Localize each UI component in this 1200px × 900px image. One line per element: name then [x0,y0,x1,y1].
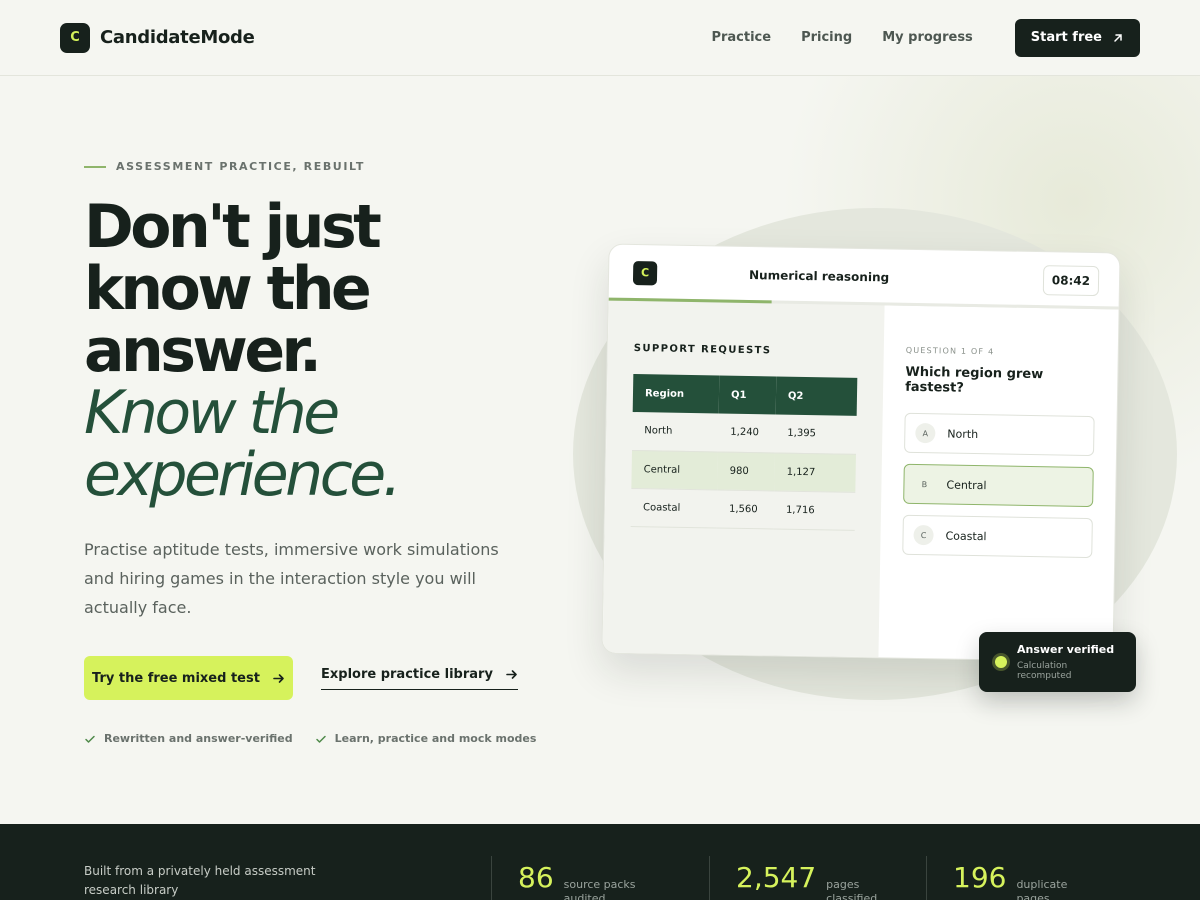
start-free-button[interactable]: Start free [1014,18,1140,57]
arrow-right-icon [506,670,517,679]
test-title: Numerical reasoning [748,267,890,284]
arrow-right-icon [273,673,284,683]
check-icon [315,735,326,743]
stat-value: 2,547 [736,861,817,894]
table-cell: 1,395 [774,414,857,454]
data-table-title: SUPPORT REQUESTS [633,343,772,357]
table-row: Central 980 1,127 [631,450,856,492]
site-header: C CandidateMode Practice Pricing My prog… [0,0,1200,76]
explore-library-label: Explore practice library [321,667,493,682]
try-free-test-button[interactable]: Try the free mixed test [84,656,293,700]
nav-my-progress[interactable]: My progress [882,30,973,45]
hero-headline: Don't just know the answer. Know the exp… [84,196,544,506]
stat-value: 86 [518,861,554,894]
test-card-body: SUPPORT REQUESTS Region Q1 Q2 North 1,24… [602,300,1118,663]
answer-option-c[interactable]: C Coastal [902,514,1093,559]
toast-text: Answer verified Calculation recomputed [1017,643,1120,681]
brand-name: CandidateMode [100,27,255,48]
test-card-header: C Numerical reasoning 08:42 [608,244,1120,310]
main-nav: Practice Pricing My progress Start free [711,18,1140,57]
option-letter: B [921,479,928,489]
option-letter: A [915,422,936,444]
headline-italic-line-2: experience. [84,440,402,510]
stat-value: 196 [953,861,1007,894]
headline-line-1: Don't just [84,192,382,262]
test-timer: 08:42 [1042,264,1100,296]
badge-modes: Learn, practice and mock modes [315,732,537,745]
answer-option-b[interactable]: B Central [903,463,1094,508]
stats-band: Built from a privately held assessment r… [0,824,1200,900]
option-label: Central [946,477,987,492]
table-row: North 1,240 1,395 [632,412,857,454]
brand-logo-icon: C [60,22,90,53]
question-pane: QUESTION 1 OF 4 Which region grew fastes… [878,305,1118,662]
stat-duplicates-skipped: 196 duplicate pages skipped [926,856,1094,900]
test-preview-card: C Numerical reasoning 08:42 SUPPORT REQU… [601,243,1121,663]
data-pane: SUPPORT REQUESTS Region Q1 Q2 North 1,24… [602,300,885,660]
table-cell: Central [631,450,719,490]
hero-badges: Rewritten and answer-verified Learn, pra… [84,732,536,745]
stat-pages-classified: 2,547 pages classified [709,856,904,900]
hero-eyebrow: ASSESSMENT PRACTICE, REBUILT [84,160,365,173]
stat-label: source packs audited [563,878,636,900]
nav-practice[interactable]: Practice [711,30,771,45]
status-dot-icon [995,656,1007,668]
explore-library-link[interactable]: Explore practice library [321,666,518,690]
test-logo-icon: C [632,260,658,285]
toast-title: Answer verified [1017,643,1115,656]
table-cell: 1,240 [718,413,776,453]
answer-verified-toast: Answer verified Calculation recomputed [979,632,1136,692]
try-free-test-label: Try the free mixed test [92,670,260,686]
badge-verified-label: Rewritten and answer-verified [104,732,293,745]
table-header-q1: Q1 [718,375,777,415]
table-header-row: Region Q1 Q2 [632,374,858,416]
brand[interactable]: C CandidateMode [60,22,255,53]
headline-line-3: answer. [84,316,322,386]
table-cell: 1,127 [774,452,856,492]
hero-subtext: Practise aptitude tests, immersive work … [84,540,499,617]
table-header-q2: Q2 [775,376,858,416]
badge-modes-label: Learn, practice and mock modes [334,732,537,745]
stat-label: pages classified [826,878,878,900]
option-letter: C [913,524,934,546]
stat-source-packs: 86 source packs audited [491,856,642,900]
table-header-region: Region [632,374,720,414]
support-requests-table: Region Q1 Q2 North 1,240 1,395 Central 9… [630,374,858,530]
table-cell: North [632,412,719,452]
check-icon [85,735,95,743]
eyebrow-text: ASSESSMENT PRACTICE, REBUILT [116,160,365,173]
question-text: Which region grew fastest? [905,364,1044,396]
nav-pricing[interactable]: Pricing [801,30,852,45]
toast-subtitle: Calculation recomputed [1017,661,1072,681]
answer-option-a[interactable]: A North [904,412,1095,457]
arrow-up-right-icon [1114,33,1122,42]
headline-line-2: know the [84,254,372,324]
start-free-label: Start free [1030,30,1102,45]
headline-italic-line-1: Know the [84,378,340,448]
stat-label: duplicate pages skipped [1016,878,1068,900]
question-counter: QUESTION 1 OF 4 [905,345,995,357]
stats-intro: Built from a privately held assessment r… [84,864,316,897]
badge-verified: Rewritten and answer-verified [84,732,293,745]
table-cell: Coastal [630,487,718,528]
eyebrow-line [84,165,106,168]
table-cell: 980 [717,451,775,491]
table-cell: 1,560 [716,489,775,529]
table-cell: 1,716 [773,490,856,530]
option-label: North [947,427,979,441]
option-label: Coastal [945,528,987,543]
table-row: Coastal 1,560 1,716 [630,487,856,530]
